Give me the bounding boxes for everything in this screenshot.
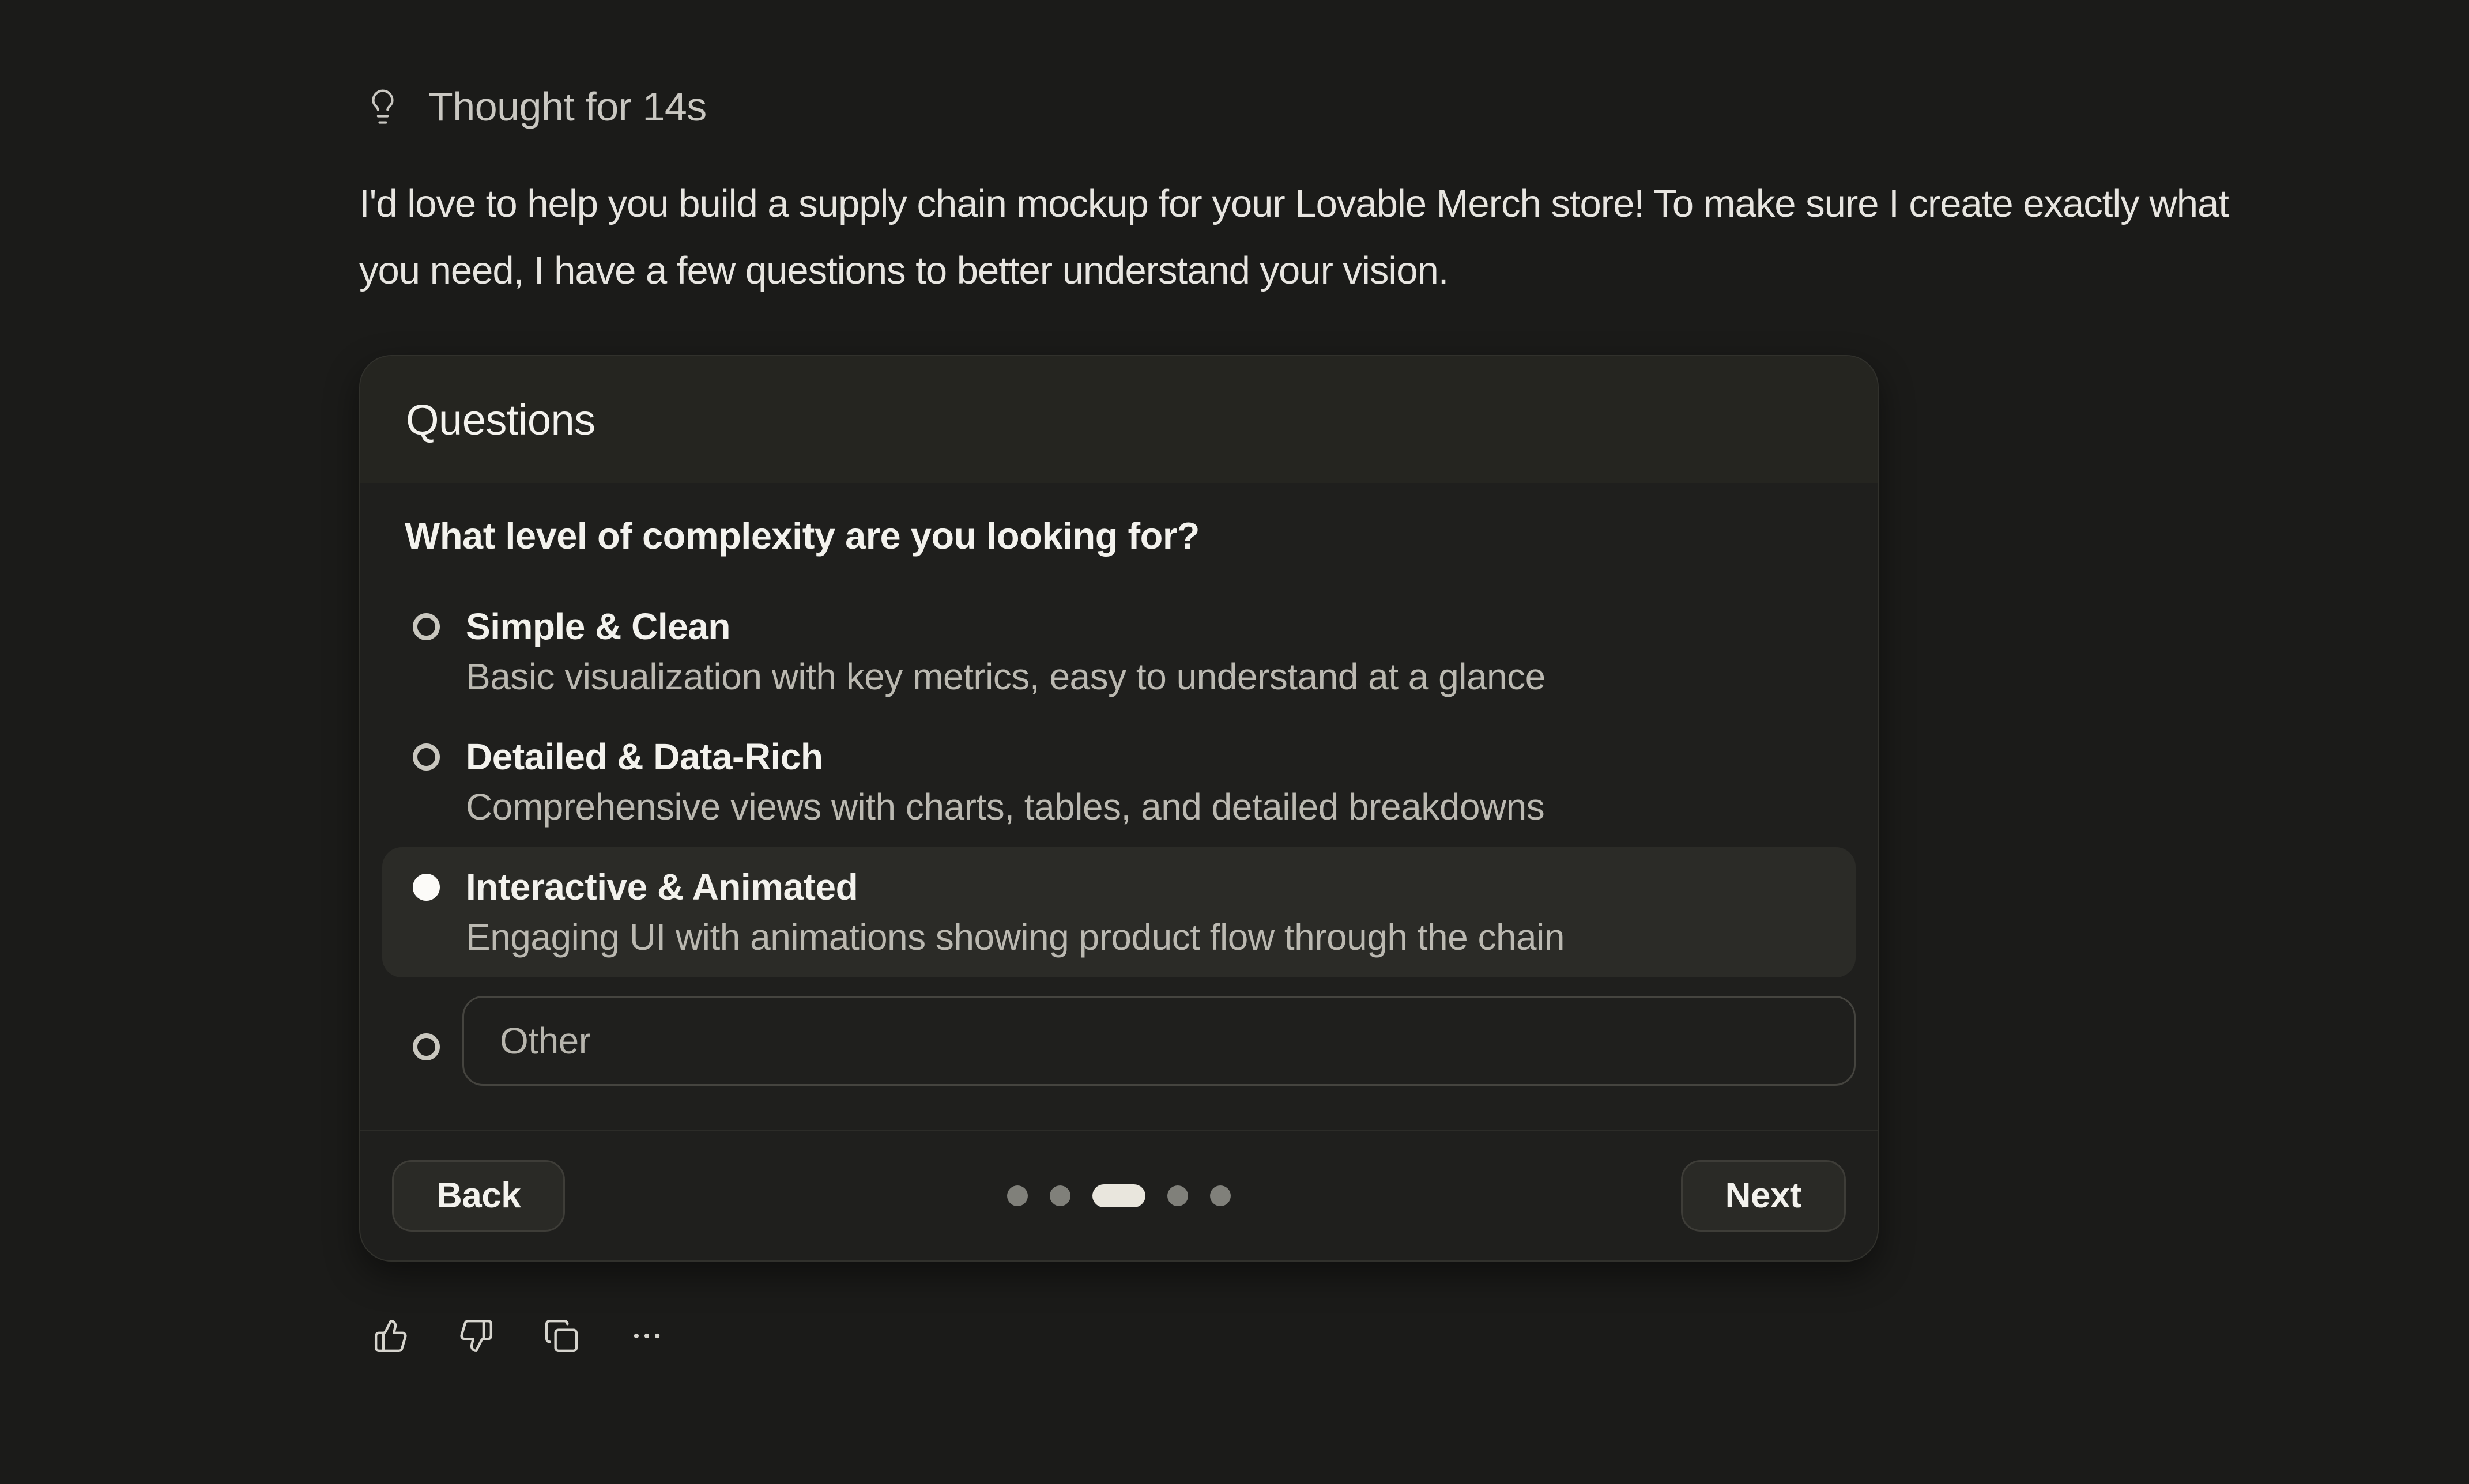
other-option-input[interactable]: [462, 996, 1856, 1086]
pagination-dot[interactable]: [1007, 1185, 1028, 1206]
radio-icon[interactable]: [413, 743, 440, 771]
thumbs-up-button[interactable]: [373, 1318, 409, 1354]
option-title: Detailed & Data-Rich: [466, 732, 1544, 782]
option-title: Interactive & Animated: [466, 862, 1565, 912]
assistant-message-text: I'd love to help you build a supply chai…: [359, 171, 2290, 304]
thumbs-down-button[interactable]: [458, 1318, 494, 1354]
pagination-dots: [1007, 1184, 1231, 1207]
more-actions-button[interactable]: [629, 1318, 665, 1354]
pagination-dot[interactable]: [1167, 1185, 1188, 1206]
option-title: Simple & Clean: [466, 602, 1546, 652]
questions-card-footer: Back Next: [360, 1130, 1878, 1260]
chat-page: Thought for 14s I'd love to help you bui…: [0, 0, 2469, 1484]
assistant-message-block: Thought for 14s I'd love to help you bui…: [359, 85, 2290, 1354]
radio-icon[interactable]: [413, 613, 440, 640]
option-description: Comprehensive views with charts, tables,…: [466, 782, 1544, 832]
card-title: Questions: [406, 395, 595, 444]
lightbulb-icon: [364, 88, 402, 126]
questions-card: Questions What level of complexity are y…: [359, 355, 1879, 1262]
copy-icon: [544, 1318, 579, 1354]
thought-label: Thought for 14s: [428, 85, 707, 128]
questions-card-body: What level of complexity are you looking…: [360, 483, 1878, 1130]
option-description: Engaging UI with animations showing prod…: [466, 912, 1565, 962]
option-simple-clean[interactable]: Simple & Clean Basic visualization with …: [382, 587, 1856, 717]
back-button[interactable]: Back: [392, 1160, 565, 1232]
radio-selected-icon[interactable]: [413, 874, 440, 901]
option-other[interactable]: [382, 996, 1856, 1086]
radio-icon[interactable]: [413, 1033, 440, 1060]
option-detailed-data-rich[interactable]: Detailed & Data-Rich Comprehensive views…: [382, 717, 1856, 847]
pagination-dot-active[interactable]: [1092, 1184, 1145, 1207]
thumbs-up-icon: [373, 1318, 409, 1354]
question-heading: What level of complexity are you looking…: [405, 513, 1856, 559]
pagination-dot[interactable]: [1210, 1185, 1231, 1206]
pagination-dot[interactable]: [1050, 1185, 1070, 1206]
copy-button[interactable]: [544, 1318, 579, 1354]
ellipsis-icon: [629, 1318, 665, 1354]
options-list: Simple & Clean Basic visualization with …: [382, 587, 1856, 1086]
thought-toggle[interactable]: Thought for 14s: [364, 85, 2290, 128]
questions-card-header: Questions: [360, 356, 1878, 483]
option-interactive-animated[interactable]: Interactive & Animated Engaging UI with …: [382, 847, 1856, 977]
thumbs-down-icon: [458, 1318, 494, 1354]
option-description: Basic visualization with key metrics, ea…: [466, 652, 1546, 702]
next-button[interactable]: Next: [1681, 1160, 1846, 1232]
message-actions: [373, 1318, 2290, 1354]
